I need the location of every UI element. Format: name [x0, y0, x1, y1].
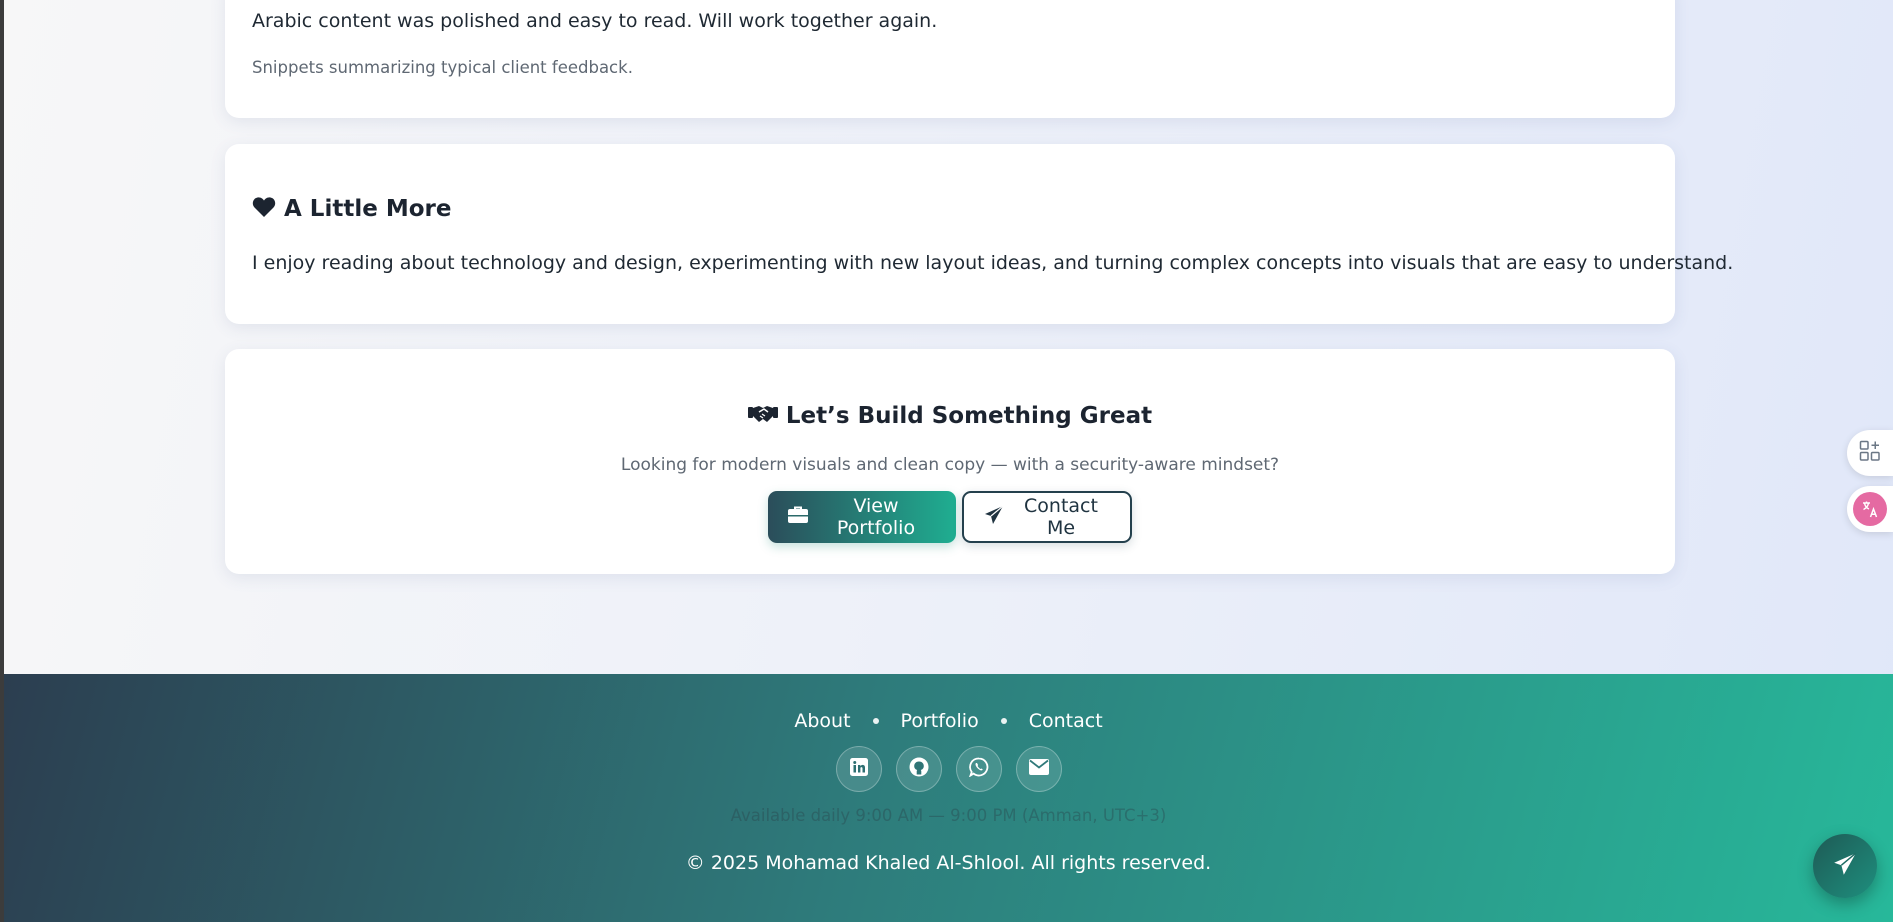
social-links: [4, 746, 1893, 792]
testimonials-card: Arabic content was polished and easy to …: [225, 0, 1675, 118]
view-portfolio-button[interactable]: View Portfolio: [768, 491, 956, 543]
apps-widget-button[interactable]: [1847, 430, 1893, 476]
paper-plane-icon: [984, 505, 1004, 530]
email-link[interactable]: [1015, 746, 1062, 792]
cta-title: Let’s Build Something Great: [785, 403, 1153, 429]
envelope-icon: [1028, 759, 1049, 779]
a-little-more-card: A Little More I enjoy reading about tech…: [225, 144, 1733, 324]
linkedin-link[interactable]: [835, 746, 882, 792]
cta-subtitle: Looking for modern visuals and clean cop…: [620, 455, 1280, 475]
translate-icon: [1853, 492, 1887, 526]
testimonials-caption: Snippets summarizing typical client feed…: [252, 58, 633, 77]
page: Arabic content was polished and easy to …: [4, 0, 1893, 922]
whatsapp-link[interactable]: [955, 746, 1002, 792]
nav-separator: [872, 718, 879, 724]
footer-link-contact[interactable]: Contact: [1029, 710, 1103, 732]
section-title: A Little More: [284, 196, 452, 222]
view-portfolio-label: View Portfolio: [836, 495, 916, 539]
section-heading: A Little More: [252, 196, 451, 222]
whatsapp-icon: [968, 757, 989, 781]
cta-heading: Let’s Build Something Great: [225, 403, 1675, 429]
footer-link-about[interactable]: About: [794, 710, 850, 732]
availability-text: Available daily 9:00 AM — 9:00 PM (Amman…: [730, 806, 1167, 825]
copyright-text: © 2025 Mohamad Khaled Al-Shlool. All rig…: [685, 852, 1212, 874]
footer-link-portfolio[interactable]: Portfolio: [901, 710, 979, 732]
contact-me-label: Contact Me: [1024, 495, 1098, 539]
cta-card: Let’s Build Something Great Looking for …: [225, 349, 1675, 574]
contact-me-button[interactable]: Contact Me: [962, 491, 1132, 543]
paper-plane-icon: [1833, 852, 1857, 880]
footer-nav: About Portfolio Contact: [4, 710, 1893, 732]
nav-separator: [1000, 718, 1007, 724]
heart-icon: [252, 196, 276, 222]
github-icon: [909, 757, 929, 781]
github-link[interactable]: [895, 746, 942, 792]
translate-widget-button[interactable]: [1847, 486, 1893, 532]
handshake-icon: [747, 404, 778, 428]
section-text: I enjoy reading about technology and des…: [252, 252, 1734, 274]
site-footer: About Portfolio Contact Available daily …: [4, 674, 1893, 922]
cta-buttons: View Portfolio Contact Me: [225, 491, 1675, 543]
linkedin-icon: [849, 758, 868, 780]
testimonial-quote: Arabic content was polished and easy to …: [252, 10, 938, 32]
add-app-grid-icon: [1859, 440, 1881, 466]
briefcase-icon: [788, 506, 808, 529]
send-message-fab[interactable]: [1813, 834, 1877, 898]
